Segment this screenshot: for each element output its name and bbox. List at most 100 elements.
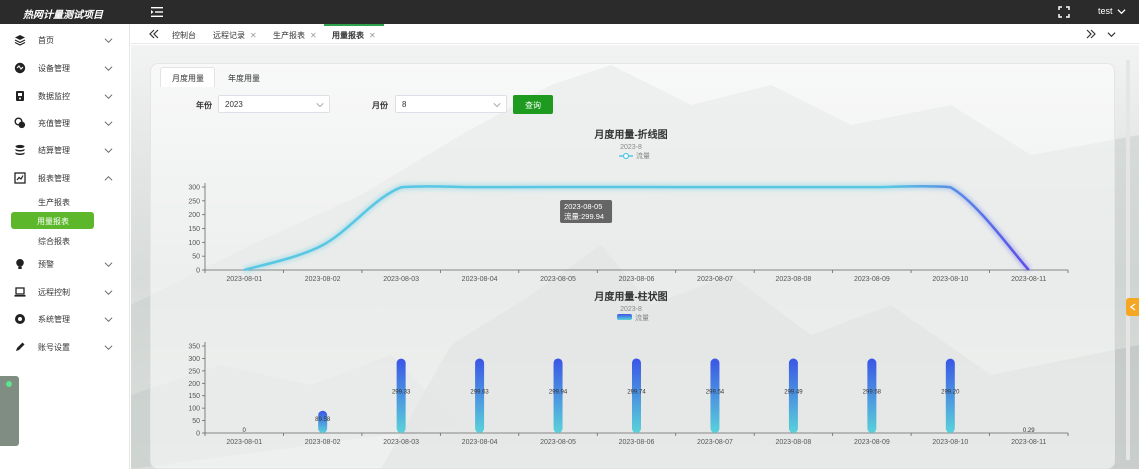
bar[interactable] bbox=[867, 358, 877, 433]
x-tick-label: 2023-08-03 bbox=[383, 276, 419, 283]
bar-chart-subtitle: 2023-8 bbox=[620, 306, 642, 313]
sidebar-sub-production-report[interactable]: 生产报表 bbox=[38, 197, 70, 208]
month-select[interactable]: 8 bbox=[395, 95, 507, 113]
bar-chart-title: 月度用量-柱状图 bbox=[593, 290, 667, 303]
sidebar-item-settlement[interactable]: 结算管理 bbox=[0, 140, 130, 160]
x-tick-label: 2023-08-07 bbox=[697, 276, 733, 283]
sidebar-item-label: 账号设置 bbox=[38, 343, 70, 352]
sidebar-item-label: 首页 bbox=[38, 36, 54, 45]
y-tick-label: 100 bbox=[188, 240, 200, 247]
double-chevron-left-icon[interactable] bbox=[149, 29, 159, 39]
line-chart-legend[interactable]: 流量 bbox=[619, 151, 650, 160]
x-tick-label: 2023-08-05 bbox=[540, 439, 576, 446]
sidebar-item-system[interactable]: 系统管理 bbox=[0, 309, 130, 329]
user-name: test bbox=[1098, 6, 1113, 16]
menu-toggle-icon[interactable] bbox=[150, 5, 164, 19]
x-tick-label: 2023-08-04 bbox=[462, 276, 498, 283]
chevron-down-icon bbox=[104, 121, 113, 127]
close-icon[interactable]: ✕ bbox=[310, 31, 317, 40]
x-tick-label: 2023-08-01 bbox=[226, 439, 262, 446]
database-icon bbox=[15, 144, 25, 155]
year-select[interactable]: 2023 bbox=[218, 95, 330, 113]
bar-value-label: 299.63 bbox=[470, 390, 489, 396]
bar[interactable] bbox=[710, 358, 720, 433]
line-chart-legend-label: 流量 bbox=[636, 151, 650, 160]
tab-production-report[interactable]: 生产报表 ✕ bbox=[273, 30, 317, 41]
sidebar-item-devices[interactable]: 设备管理 bbox=[0, 58, 130, 78]
sidebar-item-label: 充值管理 bbox=[38, 119, 70, 128]
fullscreen-icon[interactable] bbox=[1057, 5, 1071, 19]
chevron-down-icon bbox=[104, 290, 113, 296]
bar[interactable] bbox=[396, 358, 406, 433]
sidebar-item-label: 数据监控 bbox=[38, 92, 70, 101]
line-series-glow bbox=[243, 183, 1031, 273]
bar-value-label: 0.29 bbox=[1023, 428, 1035, 434]
sidebar-item-label: 结算管理 bbox=[38, 146, 70, 155]
tooltip-value: 流量:299.94 bbox=[564, 211, 604, 221]
floating-status-panel[interactable] bbox=[0, 376, 19, 446]
y-tick-label: 200 bbox=[188, 381, 200, 388]
card-tab-monthly[interactable]: 月度用量 bbox=[172, 73, 204, 84]
sidebar-sub-usage-report[interactable]: 用量报表 bbox=[11, 212, 94, 229]
sidebar-item-remote-control[interactable]: 远程控制 bbox=[0, 282, 130, 302]
chevron-down-icon bbox=[104, 148, 113, 154]
line-series-flow[interactable] bbox=[243, 184, 1030, 272]
close-icon[interactable]: ✕ bbox=[369, 31, 376, 40]
sidebar-sub-comprehensive-report[interactable]: 综合报表 bbox=[38, 236, 70, 247]
close-icon[interactable]: ✕ bbox=[250, 31, 257, 40]
sidebar-item-recharge[interactable]: 充值管理 bbox=[0, 113, 130, 133]
card-tab-yearly[interactable]: 年度用量 bbox=[228, 73, 260, 84]
line-chart-title: 月度用量-折线图 bbox=[593, 128, 667, 141]
bar[interactable] bbox=[945, 358, 955, 433]
chevron-down-icon bbox=[104, 94, 113, 100]
y-tick-label: 250 bbox=[188, 198, 200, 205]
bar-chart-legend[interactable]: 流量 bbox=[617, 313, 649, 322]
sidebar-item-monitoring[interactable]: 数据监控 bbox=[0, 86, 130, 106]
x-tick-label: 2023-08-10 bbox=[932, 276, 968, 283]
tab-usage-report[interactable]: 用量报表 ✕ bbox=[332, 30, 376, 41]
x-tick-label: 2023-08-11 bbox=[1011, 276, 1046, 283]
sidebar-item-label: 系统管理 bbox=[38, 315, 70, 324]
year-label: 年份 bbox=[196, 101, 212, 110]
chevron-down-icon bbox=[316, 103, 324, 108]
x-tick-label: 2023-08-09 bbox=[854, 276, 890, 283]
bar-chart-legend-label: 流量 bbox=[635, 313, 649, 322]
app-title: 热网计量测试项目 bbox=[23, 10, 103, 21]
y-tick-label: 0 bbox=[196, 268, 200, 275]
user-menu[interactable]: test bbox=[1098, 6, 1126, 16]
sidebar-item-account[interactable]: 账号设置 bbox=[0, 337, 130, 357]
y-tick-label: 300 bbox=[188, 356, 200, 363]
laptop-icon bbox=[14, 287, 26, 297]
query-button[interactable]: 查询 bbox=[513, 95, 553, 114]
sidebar-item-label: 设备管理 bbox=[38, 64, 70, 73]
chevron-down-icon[interactable] bbox=[1107, 30, 1116, 39]
bar[interactable] bbox=[788, 358, 798, 433]
x-tick-label: 2023-08-11 bbox=[1011, 439, 1046, 446]
double-chevron-right-icon[interactable] bbox=[1086, 29, 1096, 39]
bar[interactable] bbox=[632, 358, 641, 433]
sidebar-item-label: 预警 bbox=[38, 260, 54, 269]
bar-value-label: 299.74 bbox=[627, 390, 646, 396]
chevron-up-icon bbox=[104, 175, 113, 181]
bar[interactable] bbox=[475, 358, 485, 433]
tab-console[interactable]: 控制台 bbox=[172, 30, 196, 41]
bar-value-label: 89.58 bbox=[315, 417, 331, 423]
tab-remote-records[interactable]: 远程记录 ✕ bbox=[213, 30, 257, 41]
pen-icon bbox=[16, 342, 25, 351]
month-label: 月份 bbox=[372, 101, 388, 110]
bar[interactable] bbox=[553, 358, 563, 433]
recharge-icon bbox=[14, 117, 26, 129]
sidebar-item-reports[interactable]: 报表管理 bbox=[0, 168, 130, 188]
y-tick-label: 100 bbox=[188, 406, 200, 413]
monitor-icon bbox=[16, 91, 24, 101]
y-tick-label: 200 bbox=[188, 212, 200, 219]
x-tick-label: 2023-08-06 bbox=[619, 276, 655, 283]
chevron-down-icon bbox=[104, 317, 113, 323]
sidebar-item-alerts[interactable]: 预警 bbox=[0, 254, 130, 274]
y-tick-label: 300 bbox=[188, 185, 200, 192]
active-tab-indicator bbox=[324, 24, 384, 26]
sidebar-item-home[interactable]: 首页 bbox=[0, 30, 130, 50]
x-tick-label: 2023-08-02 bbox=[305, 439, 341, 446]
line-chart: 月度用量-折线图 2023-8 流量 0 50 100 150 200 250 300 20… bbox=[188, 128, 1069, 283]
top-bar: 热网计量测试项目 test bbox=[0, 0, 1139, 24]
